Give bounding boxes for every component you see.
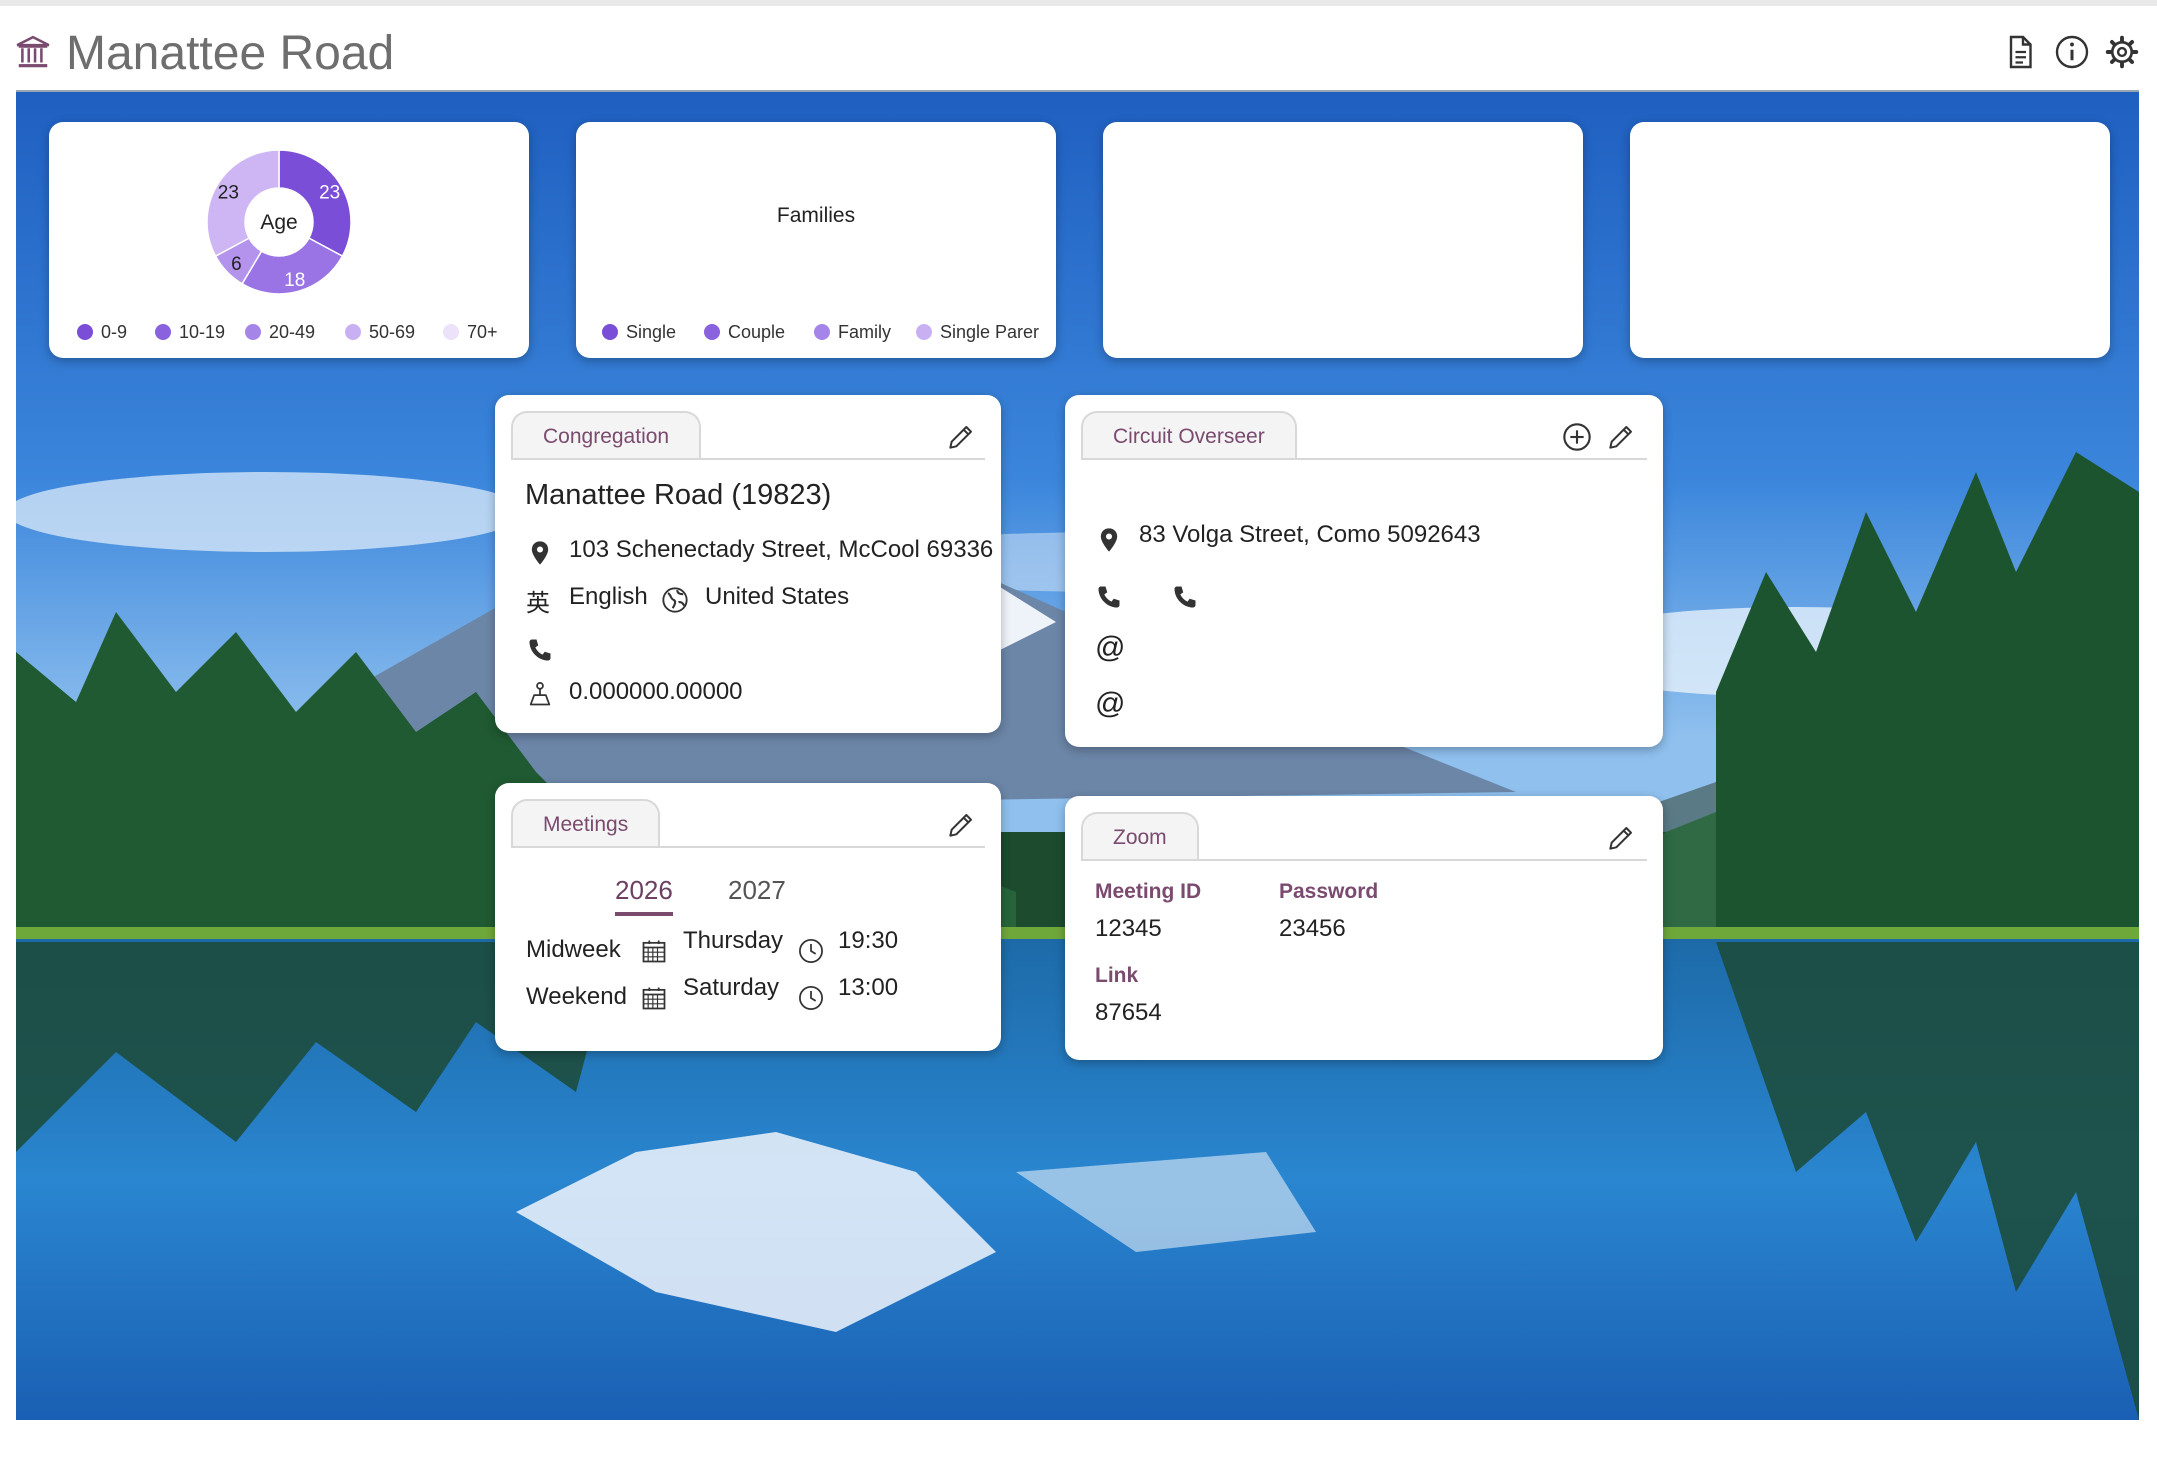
legend-item-70-plus[interactable]: 70+ bbox=[443, 322, 498, 343]
phone-icon[interactable] bbox=[1095, 583, 1123, 611]
calendar-icon bbox=[642, 940, 666, 963]
legend-item-couple[interactable]: Couple bbox=[704, 322, 785, 343]
congregation-address: 103 Schenectady Street, McCool 69336 bbox=[569, 536, 994, 563]
age-slice-label: 6 bbox=[231, 254, 242, 275]
phone-icon-secondary[interactable] bbox=[1171, 583, 1199, 611]
empty-stats-card-2 bbox=[1630, 122, 2110, 358]
tab-divider bbox=[1081, 859, 1647, 861]
dashboard-area: Age 23 18 6 23 0-9 10-19 20-49 50-69 70+ Fa… bbox=[16, 90, 2139, 1420]
legend-dot bbox=[155, 324, 171, 340]
email-icon[interactable]: @ bbox=[1095, 631, 1125, 665]
legend-item-20-49[interactable]: 20-49 bbox=[245, 322, 315, 343]
weekend-time: 13:00 bbox=[838, 974, 899, 1001]
tab-divider bbox=[511, 458, 985, 460]
clock-icon bbox=[799, 986, 823, 1010]
legend-dot bbox=[916, 324, 932, 340]
age-slice-label: 23 bbox=[319, 183, 340, 204]
legend-item-family[interactable]: Family bbox=[814, 322, 891, 343]
document-icon[interactable] bbox=[2002, 34, 2038, 70]
legend-item-single-parent[interactable]: Single Parer bbox=[916, 322, 1039, 343]
tab-divider bbox=[1081, 458, 1647, 460]
language-icon: 英 bbox=[526, 590, 550, 617]
password-value: 23456 bbox=[1279, 915, 1346, 942]
globe-icon bbox=[662, 587, 688, 613]
edit-pencil-icon[interactable] bbox=[945, 809, 977, 841]
location-pin-icon bbox=[1100, 528, 1118, 552]
page-title: Manattee Road bbox=[66, 27, 395, 80]
legend-dot bbox=[704, 324, 720, 340]
tab-divider bbox=[511, 846, 985, 848]
calendar-icon bbox=[642, 987, 666, 1010]
legend-dot bbox=[602, 324, 618, 340]
weekend-label: Weekend bbox=[526, 983, 627, 1010]
families-stats-card: Families Single Couple Family Single Par… bbox=[576, 122, 1056, 358]
legend-dot bbox=[77, 324, 93, 340]
age-slice-label: 18 bbox=[284, 270, 305, 291]
congregation-name: Manattee Road (19823) bbox=[525, 479, 832, 511]
year-tab-2026[interactable]: 2026 bbox=[615, 875, 673, 916]
legend-dot bbox=[814, 324, 830, 340]
zoom-card: Zoom Meeting ID 12345 Password 23456 Lin… bbox=[1065, 796, 1663, 1060]
age-slice-label: 23 bbox=[218, 183, 239, 204]
midweek-label: Midweek bbox=[526, 936, 621, 963]
password-label: Password bbox=[1279, 880, 1379, 903]
tab-congregation[interactable]: Congregation bbox=[511, 411, 702, 459]
legend-dot bbox=[443, 324, 459, 340]
tab-zoom[interactable]: Zoom bbox=[1081, 812, 1199, 860]
weekend-day: Saturday bbox=[683, 974, 780, 1001]
edit-pencil-icon[interactable] bbox=[945, 421, 977, 453]
edit-pencil-icon[interactable] bbox=[1605, 421, 1637, 453]
year-tab-2027[interactable]: 2027 bbox=[728, 875, 786, 906]
info-icon[interactable] bbox=[2054, 34, 2090, 70]
add-circle-icon[interactable] bbox=[1561, 421, 1593, 453]
location-pin-icon bbox=[531, 541, 549, 565]
legend-item-0-9[interactable]: 0-9 bbox=[77, 322, 127, 343]
families-chart-label: Families bbox=[776, 204, 856, 227]
clock-icon bbox=[799, 939, 823, 963]
legend-dot bbox=[345, 324, 361, 340]
tab-circuit-overseer[interactable]: Circuit Overseer bbox=[1081, 411, 1297, 459]
tab-meetings[interactable]: Meetings bbox=[511, 799, 661, 847]
congregation-country: United States bbox=[705, 583, 850, 610]
phone-icon[interactable] bbox=[526, 636, 554, 664]
midweek-day: Thursday bbox=[683, 927, 784, 954]
circuit-overseer-address: 83 Volga Street, Como 5092643 bbox=[1139, 521, 1481, 548]
congregation-coordinates: 0.000000.00000 bbox=[569, 678, 743, 705]
circuit-overseer-card: Circuit Overseer 83 Volga Street, Como 5… bbox=[1065, 395, 1663, 747]
legend-item-single[interactable]: Single bbox=[602, 322, 676, 343]
age-stats-card: Age 23 18 6 23 0-9 10-19 20-49 50-69 70+ bbox=[49, 122, 529, 358]
building-icon bbox=[16, 35, 50, 68]
legend-dot bbox=[245, 324, 261, 340]
meetings-card: Meetings 2026 2027 Midweek Thursday 19:3… bbox=[495, 783, 1001, 1051]
gear-icon[interactable] bbox=[2104, 34, 2140, 70]
age-chart-center-label: Age bbox=[260, 211, 297, 234]
email-icon-secondary[interactable]: @ bbox=[1095, 687, 1125, 721]
age-donut-chart: Age 23 18 6 23 bbox=[206, 149, 352, 295]
page-header: Manattee Road bbox=[0, 6, 2157, 90]
midweek-time: 19:30 bbox=[838, 927, 899, 954]
meeting-id-label: Meeting ID bbox=[1095, 880, 1202, 903]
legend-item-10-19[interactable]: 10-19 bbox=[155, 322, 225, 343]
meeting-id-value: 12345 bbox=[1095, 915, 1162, 942]
empty-stats-card-1 bbox=[1103, 122, 1583, 358]
link-value[interactable]: 87654 bbox=[1095, 999, 1162, 1027]
congregation-card: Congregation Manattee Road (19823) 103 S… bbox=[495, 395, 1001, 733]
legend-item-50-69[interactable]: 50-69 bbox=[345, 322, 415, 343]
edit-pencil-icon[interactable] bbox=[1605, 822, 1637, 854]
link-label: Link bbox=[1095, 964, 1139, 987]
congregation-language: English bbox=[569, 583, 648, 610]
map-marker-icon bbox=[529, 682, 551, 706]
